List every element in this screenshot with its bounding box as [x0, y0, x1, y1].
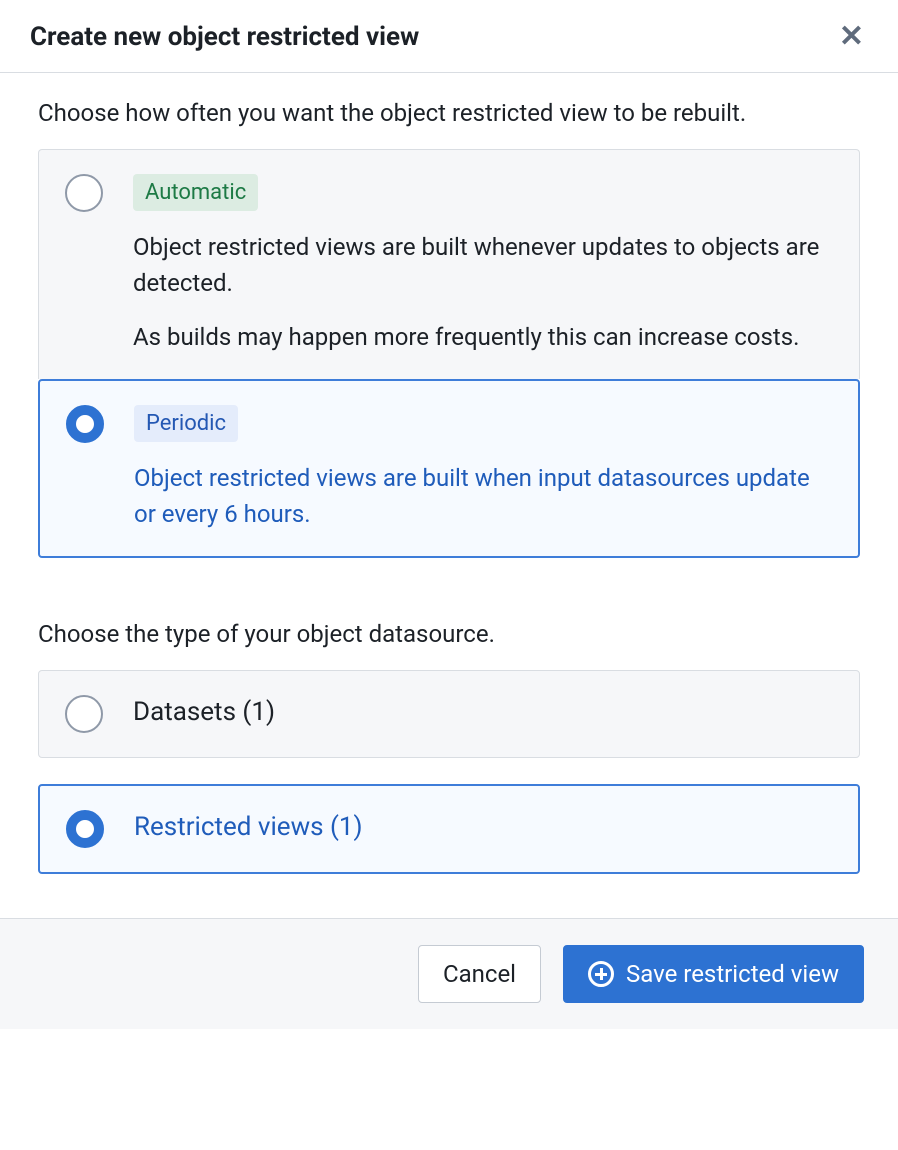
dialog-body: Choose how often you want the object res…	[0, 73, 898, 918]
rebuild-option-automatic[interactable]: Automatic Object restricted views are bu…	[38, 149, 860, 379]
rebuild-option-periodic[interactable]: Periodic Object restricted views are bui…	[38, 379, 860, 558]
datasource-option-restricted-views[interactable]: Restricted views (1)	[38, 784, 860, 874]
option-label: Restricted views (1)	[134, 810, 363, 842]
rebuild-frequency-prompt: Choose how often you want the object res…	[38, 99, 860, 127]
option-description: Object restricted views are built whenev…	[133, 229, 833, 301]
option-content: Automatic Object restricted views are bu…	[133, 174, 833, 355]
option-description: Object restricted views are built when i…	[134, 460, 832, 532]
datasource-type-prompt: Choose the type of your object datasourc…	[38, 620, 860, 648]
automatic-tag: Automatic	[133, 174, 258, 211]
rebuild-frequency-options: Automatic Object restricted views are bu…	[38, 149, 860, 558]
save-button[interactable]: Save restricted view	[563, 945, 864, 1003]
option-label: Datasets (1)	[133, 695, 275, 727]
periodic-tag: Periodic	[134, 405, 238, 442]
cancel-button-label: Cancel	[443, 960, 516, 988]
create-restricted-view-dialog: Create new object restricted view ✕ Choo…	[0, 0, 898, 1029]
radio-checked-icon	[66, 405, 104, 443]
radio-unchecked-icon	[65, 174, 103, 212]
option-description: As builds may happen more frequently thi…	[133, 319, 833, 355]
save-button-label: Save restricted view	[626, 960, 839, 988]
radio-checked-icon	[66, 810, 104, 848]
datasource-option-datasets[interactable]: Datasets (1)	[38, 670, 860, 758]
close-icon[interactable]: ✕	[835, 18, 868, 56]
dialog-title: Create new object restricted view	[30, 22, 419, 52]
option-content: Periodic Object restricted views are bui…	[134, 405, 832, 532]
cancel-button[interactable]: Cancel	[418, 945, 541, 1003]
plus-circle-icon	[588, 961, 614, 987]
dialog-header: Create new object restricted view ✕	[0, 0, 898, 73]
dialog-footer: Cancel Save restricted view	[0, 918, 898, 1029]
radio-unchecked-icon	[65, 695, 103, 733]
